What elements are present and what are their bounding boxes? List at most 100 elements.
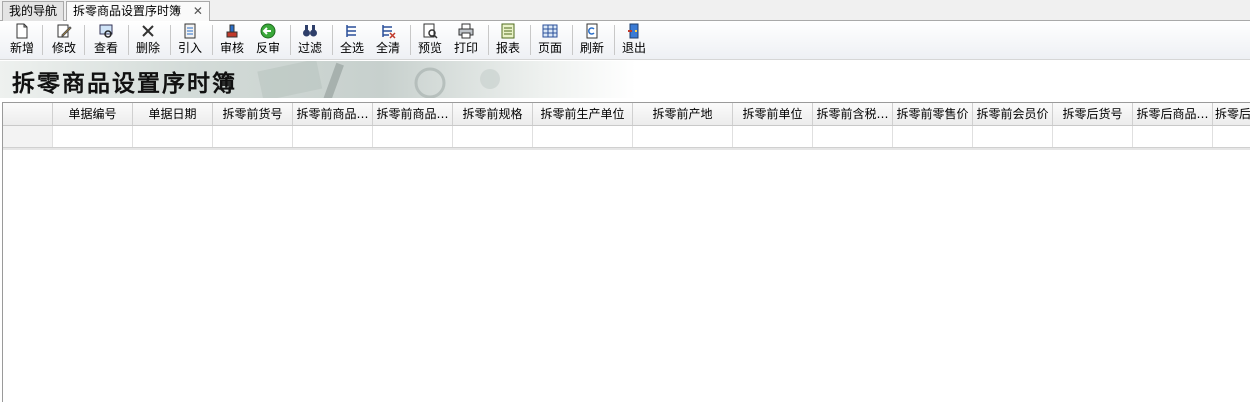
grid-cell[interactable] — [453, 126, 533, 147]
import-button[interactable]: 引入 — [176, 23, 204, 58]
edit-icon — [57, 24, 72, 38]
print-preview-icon — [423, 23, 438, 39]
select-all-button[interactable]: 全选 — [338, 23, 366, 58]
select-all-icon — [346, 25, 356, 37]
delete-button[interactable]: 删除 — [134, 23, 162, 58]
unapprove-button[interactable]: 反审 — [254, 23, 282, 58]
grid-footer-divider — [3, 148, 1250, 150]
select-all-label: 全选 — [339, 41, 364, 55]
toolbar-separator — [170, 25, 171, 55]
grid-cell[interactable] — [213, 126, 293, 147]
column-header[interactable]: 拆零前产地 — [633, 103, 733, 125]
column-header[interactable]: 拆零前商品… — [373, 103, 453, 125]
printer-icon — [458, 23, 474, 39]
close-icon[interactable]: ✕ — [193, 2, 203, 21]
column-header[interactable]: 单据编号 — [53, 103, 133, 125]
filter-label: 过滤 — [297, 41, 322, 55]
column-header[interactable]: 单据日期 — [133, 103, 213, 125]
page-title: 拆零商品设置序时簿 — [12, 70, 237, 97]
binoculars-icon — [303, 25, 317, 37]
row-indicator[interactable] — [3, 126, 53, 147]
column-header[interactable]: 拆零前会员价 — [973, 103, 1053, 125]
toolbar-separator — [42, 25, 43, 55]
grid-cell[interactable] — [1133, 126, 1213, 147]
column-header[interactable]: 拆零前规格 — [453, 103, 533, 125]
import-icon — [184, 23, 196, 39]
toolbar-separator — [614, 25, 615, 55]
data-grid: 单据编号 单据日期 拆零前货号 拆零前商品… 拆零前商品… 拆零前规格 拆零前生… — [2, 102, 1250, 402]
refresh-label: 刷新 — [579, 41, 604, 55]
exit-label: 退出 — [621, 41, 646, 55]
column-header[interactable]: 拆零后 — [1213, 103, 1250, 125]
grid-header: 单据编号 单据日期 拆零前货号 拆零前商品… 拆零前商品… 拆零前规格 拆零前生… — [3, 103, 1250, 126]
filter-button[interactable]: 过滤 — [296, 23, 324, 58]
delete-label: 删除 — [135, 41, 160, 55]
column-header[interactable]: 拆零前零售价 — [893, 103, 973, 125]
column-header[interactable]: 拆零前商品… — [293, 103, 373, 125]
approve-button[interactable]: 审核 — [218, 23, 246, 58]
toolbar-separator — [128, 25, 129, 55]
unapprove-label: 反审 — [255, 41, 280, 55]
tab-split-goods-journal[interactable]: 拆零商品设置序时簿 ✕ — [66, 1, 210, 22]
grid-cell[interactable] — [973, 126, 1053, 147]
clear-all-button[interactable]: 全清 — [374, 23, 402, 58]
new-button[interactable]: 新增 — [8, 23, 36, 58]
grid-cell[interactable] — [1213, 126, 1250, 147]
tab-my-navigation[interactable]: 我的导航 — [2, 1, 65, 21]
grid-cell[interactable] — [373, 126, 453, 147]
view-button[interactable]: 查看 — [92, 23, 120, 58]
view-icon — [99, 24, 113, 38]
toolbar-separator — [290, 25, 291, 55]
new-document-icon — [16, 23, 28, 39]
report-button[interactable]: 报表 — [494, 23, 522, 58]
column-header[interactable]: 拆零后货号 — [1053, 103, 1133, 125]
column-header[interactable]: 拆零前单位 — [733, 103, 813, 125]
grid-cell[interactable] — [1053, 126, 1133, 147]
edit-button[interactable]: 修改 — [50, 23, 78, 58]
table-row[interactable] — [3, 126, 1250, 148]
exit-button[interactable]: 退出 — [620, 23, 648, 58]
print-button[interactable]: 打印 — [452, 23, 480, 58]
toolbar-separator — [572, 25, 573, 55]
tab-label: 拆零商品设置序时簿 — [73, 4, 182, 18]
grid-cell[interactable] — [53, 126, 133, 147]
preview-label: 预览 — [417, 41, 442, 55]
toolbar-separator — [488, 25, 489, 55]
report-icon — [501, 23, 515, 39]
preview-button[interactable]: 预览 — [416, 23, 444, 58]
report-label: 报表 — [495, 41, 520, 55]
exit-door-icon — [628, 23, 639, 39]
grid-cell[interactable] — [633, 126, 733, 147]
back-arrow-icon — [260, 23, 276, 39]
toolbar-separator — [530, 25, 531, 55]
page-grid-icon — [542, 24, 558, 38]
view-label: 查看 — [93, 41, 118, 55]
banner-decoration-image — [257, 61, 500, 98]
delete-x-icon — [142, 25, 154, 37]
grid-cell[interactable] — [533, 126, 633, 147]
row-indicator-header — [3, 103, 53, 125]
column-header[interactable]: 拆零前生产单位 — [533, 103, 633, 125]
column-header[interactable]: 拆零前货号 — [213, 103, 293, 125]
print-label: 打印 — [453, 41, 478, 55]
column-header[interactable]: 拆零前含税… — [813, 103, 893, 125]
import-label: 引入 — [177, 41, 202, 55]
page-banner: 拆零商品设置序时簿 — [0, 61, 636, 98]
toolbar-separator — [84, 25, 85, 55]
toolbar-separator — [212, 25, 213, 55]
grid-cell[interactable] — [293, 126, 373, 147]
page-button[interactable]: 页面 — [536, 23, 564, 58]
grid-cell[interactable] — [133, 126, 213, 147]
clear-all-label: 全清 — [375, 41, 400, 55]
approve-label: 审核 — [219, 41, 244, 55]
tab-bar: 我的导航 拆零商品设置序时簿 ✕ — [0, 0, 1250, 22]
grid-cell[interactable] — [733, 126, 813, 147]
refresh-button[interactable]: 刷新 — [578, 23, 606, 58]
approve-stamp-icon — [226, 24, 238, 38]
toolbar: 新增 修改 查看 删除 引入 审核 反审 过滤 全选 全清 预览 打印 报表 页… — [0, 21, 1250, 60]
tab-label: 我的导航 — [9, 4, 58, 18]
toolbar-separator — [410, 25, 411, 55]
column-header[interactable]: 拆零后商品… — [1133, 103, 1213, 125]
grid-cell[interactable] — [813, 126, 893, 147]
grid-cell[interactable] — [893, 126, 973, 147]
